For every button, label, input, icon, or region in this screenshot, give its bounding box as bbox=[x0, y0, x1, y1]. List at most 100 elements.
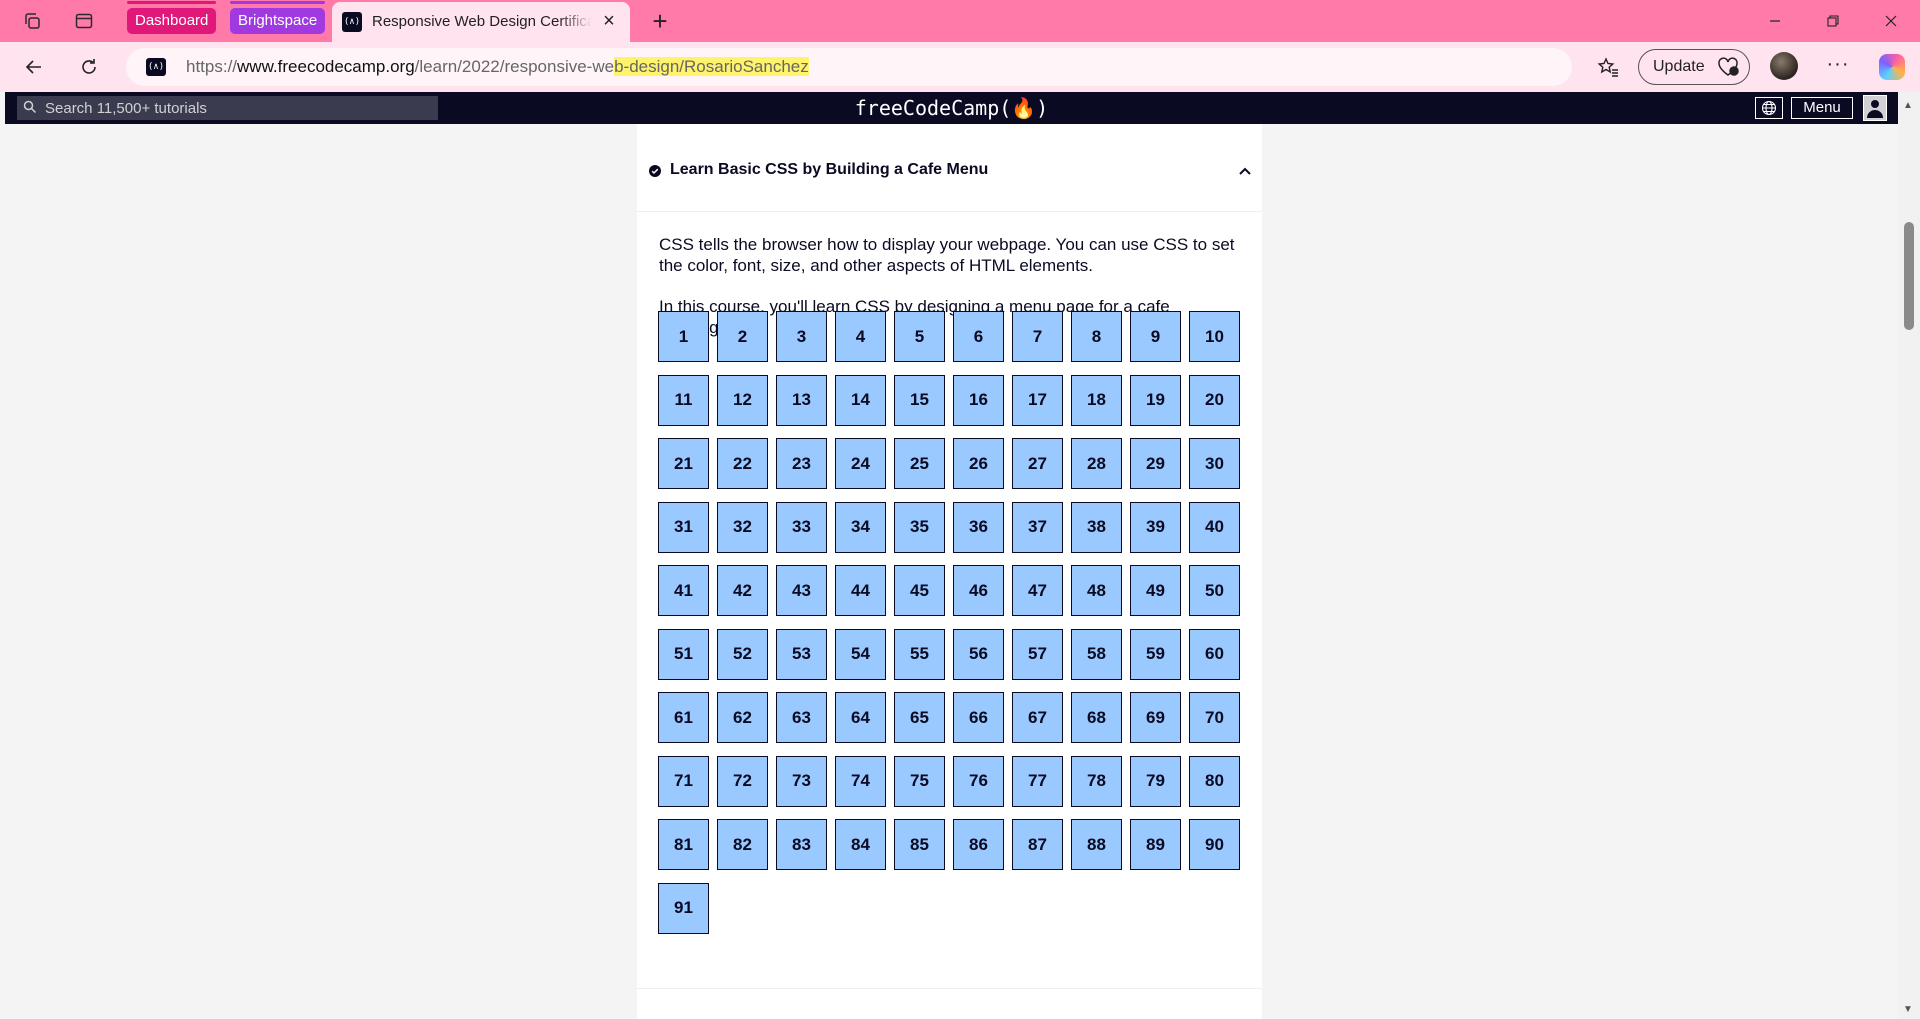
step-button-12[interactable]: 12 bbox=[717, 374, 768, 426]
step-button-71[interactable]: 71 bbox=[658, 755, 709, 807]
refresh-icon[interactable] bbox=[75, 53, 103, 81]
step-button-68[interactable]: 68 bbox=[1071, 692, 1122, 743]
search-input[interactable] bbox=[45, 96, 425, 120]
workspaces-icon[interactable] bbox=[20, 9, 44, 33]
step-button-9[interactable]: 9 bbox=[1130, 311, 1181, 362]
step-button-83[interactable]: 83 bbox=[776, 819, 827, 870]
back-arrow-icon[interactable] bbox=[20, 53, 48, 81]
update-button[interactable]: Update bbox=[1638, 49, 1750, 85]
new-tab-button[interactable]: + bbox=[646, 7, 674, 35]
step-button-36[interactable]: 36 bbox=[953, 501, 1004, 553]
step-button-43[interactable]: 43 bbox=[776, 565, 827, 616]
step-button-78[interactable]: 78 bbox=[1071, 755, 1122, 807]
site-info-icon[interactable]: (∧) bbox=[146, 58, 166, 76]
step-button-45[interactable]: 45 bbox=[894, 565, 945, 616]
step-button-42[interactable]: 42 bbox=[717, 565, 768, 616]
more-options-icon[interactable]: ··· bbox=[1824, 52, 1852, 80]
step-button-79[interactable]: 79 bbox=[1130, 755, 1181, 807]
step-button-55[interactable]: 55 bbox=[894, 628, 945, 680]
step-button-59[interactable]: 59 bbox=[1130, 628, 1181, 680]
step-button-26[interactable]: 26 bbox=[953, 438, 1004, 489]
step-button-46[interactable]: 46 bbox=[953, 565, 1004, 616]
step-button-67[interactable]: 67 bbox=[1012, 692, 1063, 743]
step-button-90[interactable]: 90 bbox=[1189, 819, 1240, 870]
step-button-29[interactable]: 29 bbox=[1130, 438, 1181, 489]
step-button-1[interactable]: 1 bbox=[658, 311, 709, 362]
step-button-18[interactable]: 18 bbox=[1071, 374, 1122, 426]
step-button-86[interactable]: 86 bbox=[953, 819, 1004, 870]
tab-group-dashboard[interactable]: Dashboard bbox=[127, 1, 217, 34]
step-button-39[interactable]: 39 bbox=[1130, 501, 1181, 553]
step-button-30[interactable]: 30 bbox=[1189, 438, 1240, 489]
step-button-19[interactable]: 19 bbox=[1130, 374, 1181, 426]
close-tab-icon[interactable]: × bbox=[598, 10, 620, 32]
step-button-72[interactable]: 72 bbox=[717, 755, 768, 807]
step-button-47[interactable]: 47 bbox=[1012, 565, 1063, 616]
step-button-16[interactable]: 16 bbox=[953, 374, 1004, 426]
chevron-up-icon[interactable] bbox=[1238, 163, 1252, 181]
step-button-21[interactable]: 21 bbox=[658, 438, 709, 489]
page-scrollbar[interactable]: ▲ ▼ bbox=[1898, 92, 1920, 1019]
step-button-61[interactable]: 61 bbox=[658, 692, 709, 743]
step-button-80[interactable]: 80 bbox=[1189, 755, 1240, 807]
vertical-tabs-icon[interactable] bbox=[72, 9, 96, 33]
step-button-40[interactable]: 40 bbox=[1189, 501, 1240, 553]
step-button-15[interactable]: 15 bbox=[894, 374, 945, 426]
step-button-89[interactable]: 89 bbox=[1130, 819, 1181, 870]
step-button-58[interactable]: 58 bbox=[1071, 628, 1122, 680]
step-button-27[interactable]: 27 bbox=[1012, 438, 1063, 489]
scroll-up-arrow-icon[interactable]: ▲ bbox=[1903, 100, 1913, 111]
step-button-33[interactable]: 33 bbox=[776, 501, 827, 553]
search-bar[interactable] bbox=[17, 96, 438, 120]
user-profile-icon[interactable] bbox=[1863, 95, 1887, 121]
step-button-88[interactable]: 88 bbox=[1071, 819, 1122, 870]
step-button-22[interactable]: 22 bbox=[717, 438, 768, 489]
step-button-65[interactable]: 65 bbox=[894, 692, 945, 743]
step-button-38[interactable]: 38 bbox=[1071, 501, 1122, 553]
step-button-82[interactable]: 82 bbox=[717, 819, 768, 870]
step-button-24[interactable]: 24 bbox=[835, 438, 886, 489]
step-button-76[interactable]: 76 bbox=[953, 755, 1004, 807]
step-button-17[interactable]: 17 bbox=[1012, 374, 1063, 426]
step-button-28[interactable]: 28 bbox=[1071, 438, 1122, 489]
favorites-icon[interactable] bbox=[1594, 53, 1622, 81]
active-tab[interactable]: (∧) Responsive Web Design Certification … bbox=[332, 2, 630, 42]
step-button-73[interactable]: 73 bbox=[776, 755, 827, 807]
block-title[interactable]: Learn Basic CSS by Building a Cafe Menu bbox=[670, 161, 988, 179]
step-button-74[interactable]: 74 bbox=[835, 755, 886, 807]
profile-avatar[interactable] bbox=[1770, 52, 1798, 80]
close-window-icon[interactable] bbox=[1868, 6, 1914, 36]
step-button-3[interactable]: 3 bbox=[776, 311, 827, 362]
step-button-32[interactable]: 32 bbox=[717, 501, 768, 553]
step-button-44[interactable]: 44 bbox=[835, 565, 886, 616]
step-button-75[interactable]: 75 bbox=[894, 755, 945, 807]
step-button-87[interactable]: 87 bbox=[1012, 819, 1063, 870]
step-button-25[interactable]: 25 bbox=[894, 438, 945, 489]
step-button-2[interactable]: 2 bbox=[717, 311, 768, 362]
step-button-8[interactable]: 8 bbox=[1071, 311, 1122, 362]
address-bar[interactable]: (∧) https://www.freecodecamp.org/learn/2… bbox=[126, 48, 1572, 86]
step-button-13[interactable]: 13 bbox=[776, 374, 827, 426]
step-button-20[interactable]: 20 bbox=[1189, 374, 1240, 426]
step-button-91[interactable]: 91 bbox=[658, 882, 709, 934]
minimize-icon[interactable] bbox=[1752, 6, 1798, 36]
language-globe-icon[interactable] bbox=[1755, 97, 1783, 119]
step-button-64[interactable]: 64 bbox=[835, 692, 886, 743]
step-button-57[interactable]: 57 bbox=[1012, 628, 1063, 680]
step-button-23[interactable]: 23 bbox=[776, 438, 827, 489]
step-button-11[interactable]: 11 bbox=[658, 374, 709, 426]
url-text[interactable]: https://www.freecodecamp.org/learn/2022/… bbox=[186, 57, 809, 77]
step-button-70[interactable]: 70 bbox=[1189, 692, 1240, 743]
step-button-34[interactable]: 34 bbox=[835, 501, 886, 553]
step-button-77[interactable]: 77 bbox=[1012, 755, 1063, 807]
step-button-56[interactable]: 56 bbox=[953, 628, 1004, 680]
step-button-6[interactable]: 6 bbox=[953, 311, 1004, 362]
step-button-5[interactable]: 5 bbox=[894, 311, 945, 362]
step-button-10[interactable]: 10 bbox=[1189, 311, 1240, 362]
menu-button[interactable]: Menu bbox=[1791, 97, 1853, 119]
step-button-35[interactable]: 35 bbox=[894, 501, 945, 553]
restore-icon[interactable] bbox=[1810, 6, 1856, 36]
step-button-31[interactable]: 31 bbox=[658, 501, 709, 553]
step-button-85[interactable]: 85 bbox=[894, 819, 945, 870]
scroll-down-arrow-icon[interactable]: ▼ bbox=[1903, 1004, 1913, 1015]
